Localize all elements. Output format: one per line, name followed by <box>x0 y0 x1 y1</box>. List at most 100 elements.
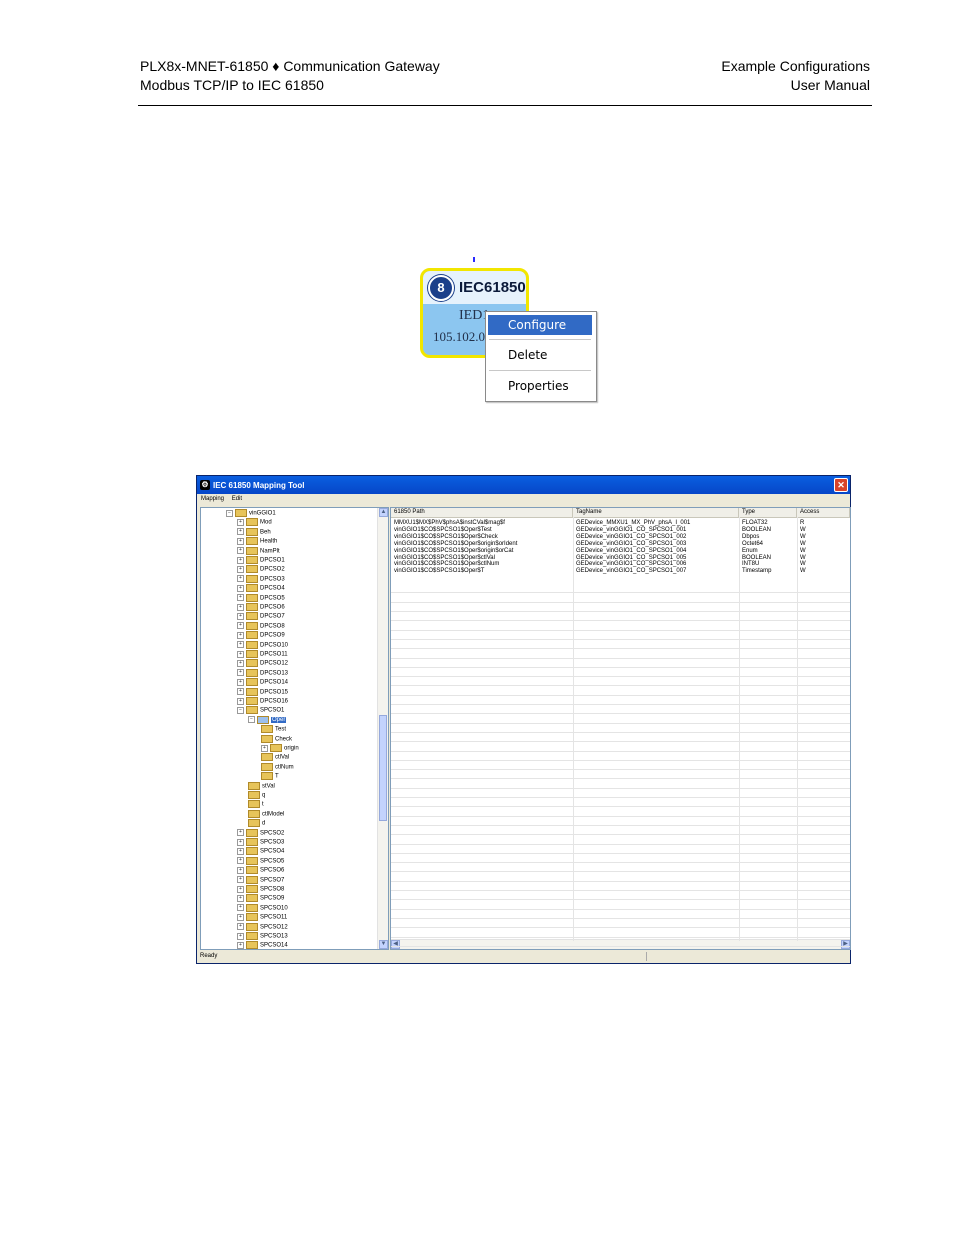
tree-node[interactable]: + DPCSO16 <box>237 697 288 706</box>
expand-icon[interactable]: + <box>237 612 244 620</box>
tree-node[interactable]: + SPCSO3 <box>237 838 284 847</box>
tree-node[interactable]: stVal <box>248 781 275 791</box>
tree-node[interactable]: + DPCSO1 <box>237 556 285 565</box>
tree-node[interactable]: ctlNum <box>261 762 294 772</box>
column-header-access[interactable]: Access <box>797 508 850 517</box>
tree-node[interactable]: Test <box>261 725 286 734</box>
tree-node[interactable]: + DPCSO4 <box>237 584 285 593</box>
grid-hscrollbar[interactable]: ◀ ▶ <box>391 939 850 949</box>
tree-node[interactable]: t <box>248 800 264 809</box>
grid-cell[interactable]: vinGGIO1$CO$SPCSO1$Oper$T <box>391 567 484 575</box>
grid-cell[interactable]: Timestamp <box>739 567 771 575</box>
expand-icon[interactable]: + <box>237 547 244 555</box>
scroll-thumb[interactable] <box>379 715 387 821</box>
expand-icon[interactable]: + <box>237 650 244 658</box>
expand-icon[interactable]: + <box>237 584 244 592</box>
expand-icon[interactable]: + <box>237 885 244 893</box>
expand-icon[interactable]: + <box>237 641 244 649</box>
tree-node[interactable]: + DPCSO2 <box>237 565 285 574</box>
tree-node[interactable]: + SPCSO11 <box>237 913 287 922</box>
tree-node[interactable]: + SPCSO4 <box>237 847 284 856</box>
tree-node[interactable]: + DPCSO8 <box>237 621 285 631</box>
tree-node[interactable]: + SPCSO2 <box>237 828 284 838</box>
tree-node[interactable]: + Mod <box>237 518 272 527</box>
grid-cell[interactable]: W <box>797 567 806 575</box>
tree-node[interactable]: + SPCSO7 <box>237 875 284 885</box>
menu-edit[interactable]: Edit <box>232 496 242 502</box>
tree-node[interactable]: − vinGGIO1 <box>226 509 276 518</box>
tree-node[interactable]: + origin <box>261 744 299 753</box>
scroll-up-icon[interactable]: ▲ <box>379 508 388 517</box>
tree-node[interactable]: ctlVal <box>261 753 289 762</box>
tree-node[interactable]: + DPCSO11 <box>237 650 288 659</box>
expand-icon[interactable]: + <box>237 537 244 545</box>
tree-node[interactable]: + DPCSO12 <box>237 659 288 668</box>
expand-icon[interactable]: + <box>237 838 244 846</box>
tree-node[interactable]: Check <box>261 734 292 744</box>
tree-node[interactable]: + DPCSO10 <box>237 640 288 650</box>
expand-icon[interactable]: + <box>237 941 244 949</box>
tree-node[interactable]: − Oper <box>248 715 287 725</box>
tree-node[interactable]: d <box>248 819 265 828</box>
tree-node[interactable]: + DPCSO9 <box>237 631 285 640</box>
expand-icon[interactable]: + <box>237 556 244 564</box>
expand-icon[interactable]: + <box>237 622 244 630</box>
expand-icon[interactable]: + <box>237 594 244 602</box>
expand-icon[interactable]: + <box>261 744 268 752</box>
expand-icon[interactable]: + <box>237 631 244 639</box>
expand-icon[interactable]: + <box>237 847 244 855</box>
collapse-icon[interactable]: − <box>226 509 233 517</box>
expand-icon[interactable]: + <box>237 894 244 902</box>
expand-icon[interactable]: + <box>237 923 244 931</box>
close-button[interactable]: ✕ <box>834 478 848 492</box>
tree-node[interactable]: + SPCSO8 <box>237 885 284 894</box>
expand-icon[interactable]: + <box>237 913 244 921</box>
tree-node[interactable]: + DPCSO14 <box>237 678 288 687</box>
expand-icon[interactable]: + <box>237 866 244 874</box>
expand-icon[interactable]: + <box>237 575 244 583</box>
title-bar[interactable]: ⚙ IEC 61850 Mapping Tool ✕ <box>197 476 850 494</box>
collapse-icon[interactable]: − <box>248 716 255 724</box>
tree-node[interactable]: T <box>261 772 279 781</box>
tree-node[interactable]: − SPCSO1 <box>237 706 284 715</box>
expand-icon[interactable]: + <box>237 678 244 686</box>
expand-icon[interactable]: + <box>237 876 244 884</box>
tree-scrollbar[interactable]: ▲ ▼ <box>377 508 388 949</box>
expand-icon[interactable]: + <box>237 565 244 573</box>
expand-icon[interactable]: + <box>237 659 244 667</box>
expand-icon[interactable]: + <box>237 669 244 677</box>
scroll-right-icon[interactable]: ▶ <box>841 940 850 949</box>
expand-icon[interactable]: + <box>237 904 244 912</box>
expand-icon[interactable]: + <box>237 857 244 865</box>
tree-node[interactable]: + DPCSO5 <box>237 593 285 603</box>
menu-item-delete[interactable]: Delete <box>488 345 592 365</box>
expand-icon[interactable]: + <box>237 829 244 837</box>
expand-icon[interactable]: + <box>237 528 244 536</box>
collapse-icon[interactable]: − <box>237 706 244 714</box>
tree-node[interactable]: + NamPlt <box>237 546 280 556</box>
tree-node[interactable]: + DPCSO7 <box>237 612 285 621</box>
expand-icon[interactable]: + <box>237 518 244 526</box>
tree-node[interactable]: + DPCSO3 <box>237 574 285 584</box>
tree-node[interactable]: + DPCSO13 <box>237 668 288 678</box>
expand-icon[interactable]: + <box>237 603 244 611</box>
tree-node[interactable]: ctlModel <box>248 809 284 819</box>
tree-node[interactable]: + SPCSO9 <box>237 894 284 903</box>
mapping-grid[interactable]: 61850 Path TagName Type Access ◀ ▶ MMXU1… <box>390 507 851 950</box>
menu-item-properties[interactable]: Properties <box>488 376 592 396</box>
tree-node[interactable]: + SPCSO5 <box>237 856 284 866</box>
tree-node[interactable]: + SPCSO13 <box>237 932 288 941</box>
tree-node[interactable]: + SPCSO6 <box>237 866 284 875</box>
tree-node[interactable]: + DPCSO15 <box>237 687 288 697</box>
grid-cell[interactable]: GEDevice_vinGGIO1_CO_SPCSO1_007 <box>573 567 686 575</box>
column-header-type[interactable]: Type <box>739 508 797 517</box>
scroll-left-icon[interactable]: ◀ <box>391 940 400 949</box>
expand-icon[interactable]: + <box>237 697 244 705</box>
tree-node[interactable]: + Health <box>237 537 277 546</box>
scroll-down-icon[interactable]: ▼ <box>379 940 388 949</box>
tree-node[interactable]: + SPCSO10 <box>237 903 288 913</box>
tree-node[interactable]: + DPCSO6 <box>237 603 285 612</box>
column-header-path[interactable]: 61850 Path <box>391 508 573 517</box>
tree-node[interactable]: + Beh <box>237 527 271 537</box>
column-header-tagname[interactable]: TagName <box>573 508 739 517</box>
